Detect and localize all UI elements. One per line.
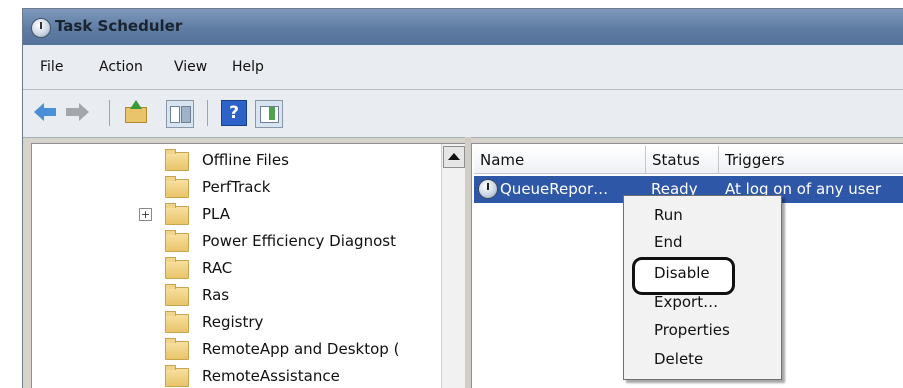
tree-item-perftrack[interactable]: PerfTrack <box>32 175 432 201</box>
folder-icon <box>165 203 189 225</box>
context-menu: Run End Disable Export… Properties Delet… <box>623 195 782 380</box>
tree-item-registry[interactable]: Registry <box>32 310 432 336</box>
toolbar-separator <box>109 100 110 126</box>
menu-view[interactable]: View <box>174 59 207 75</box>
tree-item-ras[interactable]: Ras <box>32 283 432 309</box>
menu-item-label: Delete <box>654 350 704 368</box>
title-bar[interactable]: Task Scheduler <box>23 9 903 45</box>
menu-item-label: Disable <box>654 264 710 282</box>
folder-icon <box>165 176 189 198</box>
scroll-up-arrow-icon[interactable] <box>443 146 465 168</box>
toolbar-separator <box>207 100 208 126</box>
column-header-status[interactable]: Status <box>646 146 719 174</box>
tree-item-remoteassistance[interactable]: RemoteAssistance <box>32 364 432 388</box>
menu-item-properties[interactable]: Properties <box>624 317 781 343</box>
menu-help[interactable]: Help <box>232 59 264 75</box>
folder-icon <box>165 257 189 279</box>
tree-scrollbar[interactable] <box>441 144 465 388</box>
tree-item-label: PerfTrack <box>202 178 271 196</box>
console-tree-icon[interactable] <box>166 100 194 128</box>
console-tree-pane[interactable]: Offline Files PerfTrack + PLA Power Effi… <box>31 143 466 388</box>
folder-icon <box>165 365 189 387</box>
action-pane-icon[interactable] <box>255 100 283 128</box>
tree-item-pla[interactable]: + PLA <box>32 202 432 228</box>
up-folder-icon[interactable] <box>123 100 147 124</box>
window-title: Task Scheduler <box>55 17 183 35</box>
menu-item-label: Export… <box>654 293 719 311</box>
expand-plus-icon[interactable]: + <box>139 208 152 221</box>
menu-item-label: Run <box>654 206 683 224</box>
folder-icon <box>165 338 189 360</box>
tree-item-rac[interactable]: RAC <box>32 256 432 282</box>
menu-item-export[interactable]: Export… <box>624 289 781 315</box>
column-header-name[interactable]: Name <box>474 146 646 174</box>
folder-icon <box>165 230 189 252</box>
column-header-triggers[interactable]: Triggers <box>719 146 903 174</box>
menu-bar: File Action View Help <box>23 45 903 90</box>
tree-item-remoteapp[interactable]: RemoteApp and Desktop ( <box>32 337 432 363</box>
tree-item-label: RemoteAssistance <box>202 367 340 385</box>
tree-item-label: Ras <box>202 286 230 304</box>
forward-arrow-icon[interactable] <box>65 100 89 124</box>
menu-item-run[interactable]: Run <box>624 202 781 228</box>
menu-item-disable[interactable]: Disable <box>624 257 781 295</box>
help-button[interactable]: ? <box>221 100 247 126</box>
task-name: QueueRepor… <box>500 180 609 198</box>
folder-icon <box>165 149 189 171</box>
task-scheduler-clock-icon <box>31 18 51 38</box>
menu-item-delete[interactable]: Delete <box>624 346 781 372</box>
tree-item-label: Registry <box>202 313 264 331</box>
folder-icon <box>165 311 189 333</box>
tree-item-offline-files[interactable]: Offline Files <box>32 148 432 174</box>
tree-item-label: RAC <box>202 259 233 277</box>
tree-item-power-efficiency[interactable]: Power Efficiency Diagnost <box>32 229 432 255</box>
tree-item-label: Power Efficiency Diagnost <box>202 232 396 250</box>
toolbar: ? <box>23 90 903 138</box>
tree-item-label: RemoteApp and Desktop ( <box>202 340 400 358</box>
tree-item-label: Offline Files <box>202 151 289 169</box>
tree-item-label: PLA <box>202 205 231 223</box>
menu-action[interactable]: Action <box>99 59 143 75</box>
menu-item-label: Properties <box>654 321 730 339</box>
menu-item-end[interactable]: End <box>624 229 781 255</box>
back-arrow-icon[interactable] <box>34 100 58 124</box>
task-clock-icon <box>478 179 498 199</box>
menu-file[interactable]: File <box>40 59 63 75</box>
folder-icon <box>165 284 189 306</box>
menu-item-label: End <box>654 233 683 251</box>
